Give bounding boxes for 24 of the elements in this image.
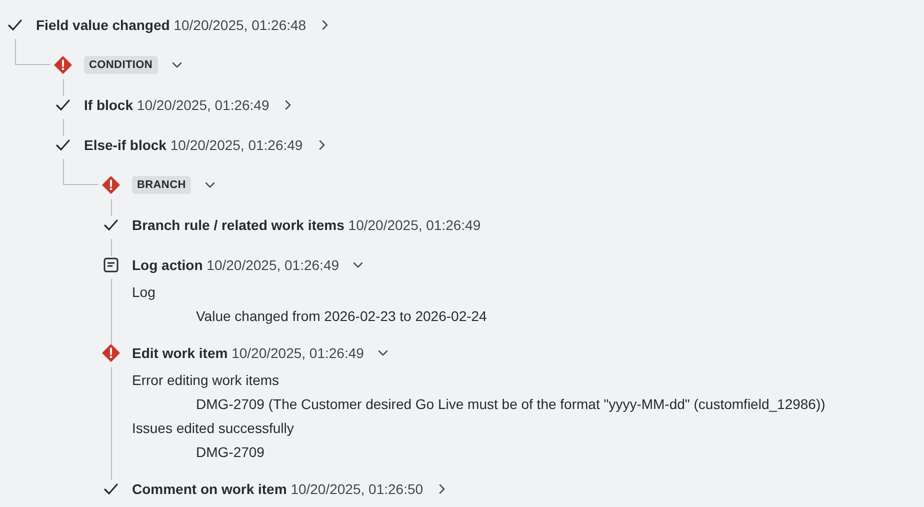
error-icon [102,176,120,194]
step-title: Field value changed 10/20/2025, 01:26:48 [36,17,306,33]
tag-label: CONDITION [84,56,158,74]
detail-heading: Error editing work items [132,371,280,390]
error-icon [54,56,72,74]
check-icon [103,217,119,233]
tag-label: BRANCH [132,176,191,194]
step-title: Edit work item 10/20/2025, 01:26:49 [132,345,364,361]
detail-text: DMG-2709 [195,443,266,462]
step-title: Else-if block 10/20/2025, 01:26:49 [84,137,303,153]
check-icon [55,137,71,153]
step-title: Branch rule / related work items 10/20/2025, 01:26:49 [132,217,481,233]
detail-heading: Issues edited successfully [132,419,295,438]
log-icon [103,257,119,273]
detail-text: DMG-2709 (The Customer desired Go Live must be of the format "yyyy-MM-dd" (customfield_12986)) [195,395,826,414]
error-icon [102,344,120,362]
detail-text: Value changed from 2026-02-23 to 2026-02-24 [195,307,487,326]
step-title: If block 10/20/2025, 01:26:49 [84,97,270,113]
check-icon [103,481,119,497]
check-icon [55,97,71,113]
detail-heading: Log [132,283,156,302]
step-title: Comment on work item 10/20/2025, 01:26:50 [132,481,424,497]
step-title: Log action 10/20/2025, 01:26:49 [132,257,340,273]
check-icon [7,17,23,33]
